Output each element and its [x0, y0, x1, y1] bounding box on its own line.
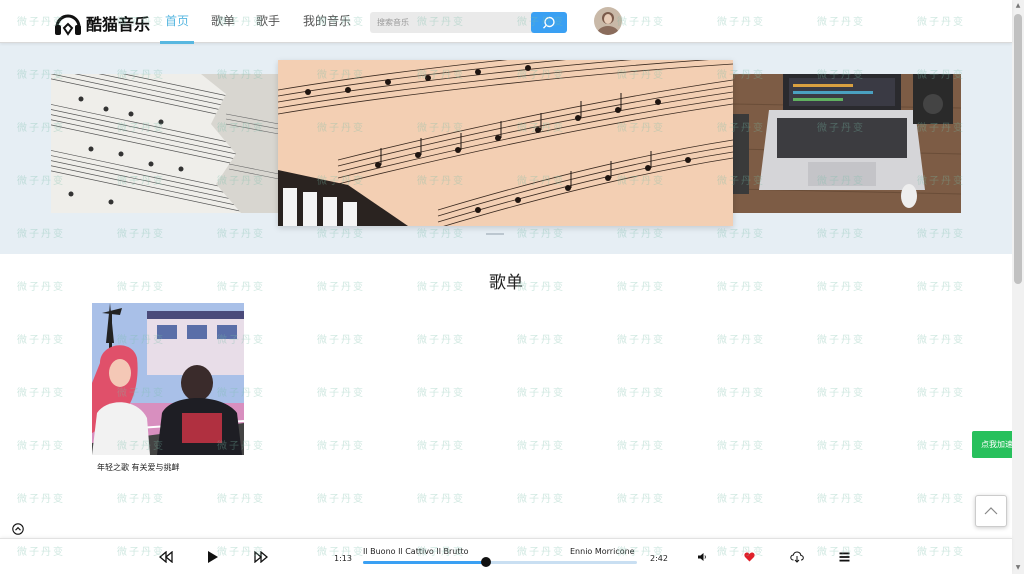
- watermark-text: 微子丹变: [617, 388, 665, 399]
- watermark-text: 微子丹变: [317, 388, 365, 399]
- watermark-text: 微子丹变: [417, 388, 465, 399]
- watermark-text: 微子丹变: [917, 335, 965, 346]
- watermark-text: 微子丹变: [217, 494, 265, 505]
- watermark-text: 微子丹变: [817, 388, 865, 399]
- menu-icon: [839, 552, 850, 562]
- volume-button[interactable]: [696, 551, 708, 563]
- fast-forward-icon: [254, 551, 268, 563]
- rewind-icon: [159, 551, 173, 563]
- watermark-text: 微子丹变: [317, 494, 365, 505]
- user-avatar[interactable]: [594, 7, 622, 35]
- watermark-text: 微子丹变: [717, 335, 765, 346]
- watermark-text: 微子丹变: [417, 335, 465, 346]
- watermark-text: 微子丹变: [417, 441, 465, 452]
- watermark-text: 微子丹变: [717, 494, 765, 505]
- watermark-text: 微子丹变: [617, 494, 665, 505]
- app-logo[interactable]: 酷猫音乐: [53, 8, 150, 38]
- headphones-icon: [55, 14, 81, 36]
- watermark-text: 微子丹变: [717, 388, 765, 399]
- watermark-text: 微子丹变: [617, 441, 665, 452]
- page-scrollbar[interactable]: ▲ ▼: [1012, 0, 1024, 574]
- watermark-text: 微子丹变: [917, 388, 965, 399]
- watermark-text: 微子丹变: [417, 494, 465, 505]
- watermark-text: 微子丹变: [617, 335, 665, 346]
- playlist-name[interactable]: 年轻之歌 有关爱与挑衅: [92, 462, 244, 473]
- scroll-up-arrow-icon[interactable]: ▲: [1012, 0, 1024, 12]
- chevron-up-circle-icon: [12, 523, 24, 535]
- banner-slide-sheet-music[interactable]: [51, 74, 279, 213]
- piano-sheet-image: [278, 60, 733, 226]
- search-input[interactable]: [370, 12, 532, 33]
- app-name: 酷猫音乐: [86, 15, 151, 34]
- watermark-text: 微子丹变: [17, 441, 65, 452]
- watermark-text: 微子丹变: [317, 441, 365, 452]
- play-icon: [208, 551, 218, 563]
- song-title: Il Buono Il Cattivo Il Brutto: [363, 547, 469, 556]
- search-icon: [542, 16, 555, 29]
- watermark-text: 微子丹变: [117, 494, 165, 505]
- scroll-down-arrow-icon[interactable]: ▼: [1012, 562, 1024, 574]
- nav-home[interactable]: 首页: [160, 0, 194, 44]
- back-to-top-button[interactable]: [975, 495, 1007, 527]
- watermark-text: 微子丹变: [517, 441, 565, 452]
- banner-slide-laptop[interactable]: [733, 74, 961, 213]
- playlist-menu-button[interactable]: [838, 551, 851, 563]
- watermark-text: 微子丹变: [817, 494, 865, 505]
- playlist-cover-image: [92, 303, 244, 455]
- progress-fill: [363, 561, 487, 564]
- next-button[interactable]: [254, 550, 268, 564]
- playlist-card[interactable]: 年轻之歌 有关爱与挑衅: [92, 303, 244, 473]
- watermark-text: 微子丹变: [317, 335, 365, 346]
- section-title: 歌单: [489, 273, 523, 293]
- watermark-text: 微子丹变: [817, 335, 865, 346]
- watermark-text: 微子丹变: [17, 388, 65, 399]
- watermark-text: 微子丹变: [517, 335, 565, 346]
- current-time: 1:13: [334, 554, 352, 563]
- sheet-music-image: [51, 74, 279, 213]
- chevron-up-icon: [984, 507, 998, 515]
- main-nav: 首页 歌单 歌手 我的音乐: [160, 0, 351, 44]
- avatar-image: [594, 7, 622, 35]
- play-button[interactable]: [206, 549, 220, 565]
- top-header: 酷猫音乐 首页 歌单 歌手 我的音乐: [0, 0, 1012, 44]
- watermark-text: 微子丹变: [17, 335, 65, 346]
- nav-my-music[interactable]: 我的音乐: [303, 0, 351, 43]
- music-player-bar: 1:13 Il Buono Il Cattivo Il Brutto Ennio…: [0, 538, 1012, 574]
- total-time: 2:42: [650, 554, 668, 563]
- cloud-download-icon: [789, 550, 804, 563]
- progress-bar[interactable]: [363, 557, 637, 567]
- search-button[interactable]: [531, 12, 567, 33]
- banner-slide-piano-sheet[interactable]: [278, 60, 733, 226]
- expand-player-button[interactable]: [12, 520, 24, 535]
- heart-icon: [744, 552, 755, 562]
- download-button[interactable]: [789, 550, 804, 563]
- watermark-text: 微子丹变: [817, 441, 865, 452]
- song-artist: Ennio Morricone: [570, 547, 635, 556]
- watermark-text: 微子丹变: [917, 494, 965, 505]
- banner-carousel: [0, 43, 1012, 254]
- watermark-text: 微子丹变: [717, 441, 765, 452]
- search-box: [370, 12, 567, 33]
- volume-icon: [698, 553, 706, 561]
- progress-knob[interactable]: [481, 557, 492, 567]
- watermark-text: 微子丹变: [917, 441, 965, 452]
- playlist-cover[interactable]: [92, 303, 244, 455]
- nav-playlists[interactable]: 歌单: [211, 0, 235, 43]
- previous-button[interactable]: [159, 550, 173, 564]
- carousel-dot-active[interactable]: [486, 233, 504, 235]
- nav-singers[interactable]: 歌手: [256, 0, 280, 43]
- watermark-text: 微子丹变: [517, 494, 565, 505]
- laptop-desk-image: [733, 74, 961, 213]
- watermark-text: 微子丹变: [17, 494, 65, 505]
- scroll-thumb[interactable]: [1014, 14, 1022, 284]
- watermark-text: 微子丹变: [517, 388, 565, 399]
- like-button[interactable]: [743, 551, 756, 563]
